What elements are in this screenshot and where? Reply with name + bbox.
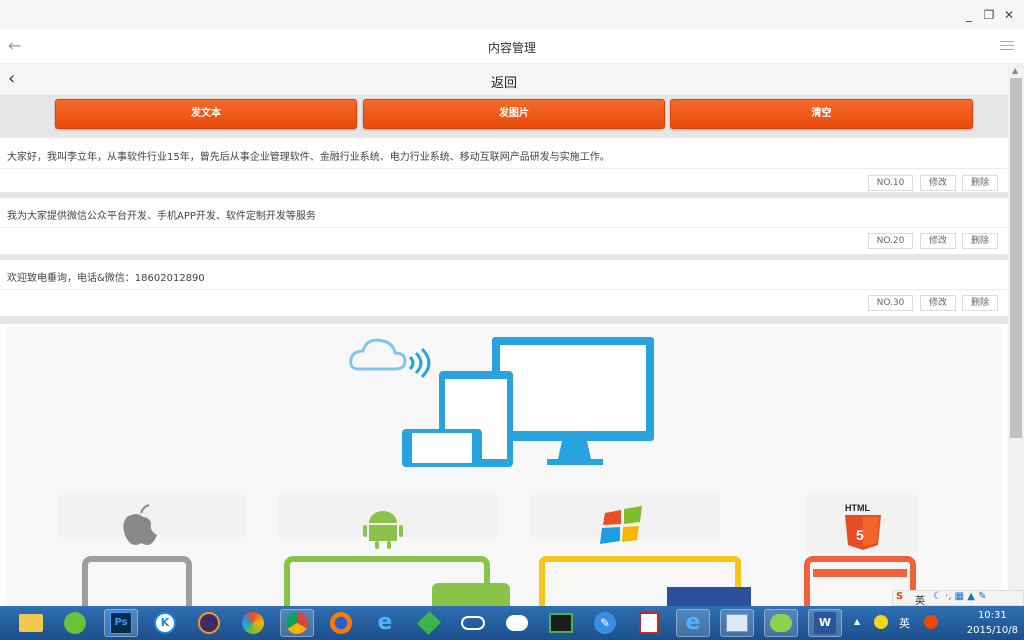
scroll-up-icon[interactable]: ▲ xyxy=(1012,66,1018,75)
vertical-scrollbar[interactable]: ▲ xyxy=(1008,64,1024,606)
posted-image: HTML 5 xyxy=(7,327,1001,606)
word-icon[interactable]: W xyxy=(808,609,842,637)
internet-explorer-icon[interactable]: e xyxy=(368,609,402,637)
send-image-button[interactable]: 发图片 xyxy=(363,99,665,129)
scrollbar-thumb[interactable] xyxy=(1010,78,1022,438)
edit-button[interactable]: 修改 xyxy=(920,295,956,311)
tray-expand-icon[interactable]: ▲ xyxy=(854,617,860,626)
page-title: 内容管理 xyxy=(487,41,536,55)
internet-explorer-icon-2[interactable]: e xyxy=(676,609,710,637)
ime-toolbar[interactable]: S 英 ☾ ·, ▦ ▲ ✎ xyxy=(892,590,1024,607)
file-explorer-icon[interactable] xyxy=(14,609,48,637)
tray-ime-icon[interactable] xyxy=(924,615,938,629)
monitor-icon xyxy=(492,337,654,465)
delete-button[interactable]: 删除 xyxy=(962,175,998,191)
divider xyxy=(0,289,1008,290)
note-app-icon[interactable]: ✎ xyxy=(588,609,622,637)
firefox-icon[interactable] xyxy=(324,609,358,637)
item-text: 欢迎致电垂询，电话&微信：18602012890 xyxy=(7,273,205,284)
tray-security-icon[interactable] xyxy=(874,615,888,629)
delete-button[interactable]: 删除 xyxy=(962,295,998,311)
item-text: 大家好，我叫李立年，从事软件行业15年，曾先后从事企业管理软件、金融行业系统、电… xyxy=(7,152,610,163)
remote-desktop-icon[interactable] xyxy=(720,609,754,637)
item-text: 我为大家提供微信公众平台开发、手机APP开发、软件定制开发等服务 xyxy=(7,211,316,222)
html5-label: HTML xyxy=(845,503,870,513)
windows-taskbar: Ps K e ✎ e W ▲ 英 10:31 2015/10/8 xyxy=(0,606,1024,640)
action-button-row: 发文本 发图片 清空 xyxy=(0,96,1008,138)
nav-back-title[interactable]: 返回 xyxy=(0,72,1008,91)
ime-tools-icon[interactable]: ☾ ·, ▦ ▲ ✎ xyxy=(933,591,987,602)
list-item: 欢迎致电垂询，电话&微信：18602012890 NO.30 修改 删除 xyxy=(0,260,1008,316)
wifi-icon xyxy=(408,347,431,379)
send-text-button[interactable]: 发文本 xyxy=(55,99,357,129)
svg-text:5: 5 xyxy=(856,527,864,543)
close-button[interactable]: ✕ xyxy=(1000,7,1018,23)
item-number-badge: NO.10 xyxy=(868,175,913,191)
edit-button[interactable]: 修改 xyxy=(920,233,956,249)
wechat-icon[interactable] xyxy=(764,609,798,637)
kugou-icon[interactable]: K xyxy=(148,609,182,637)
tray-language[interactable]: 英 xyxy=(899,615,910,631)
red-app-icon[interactable] xyxy=(632,609,666,637)
restore-button[interactable]: ❐ xyxy=(980,7,998,23)
apple-device-frame xyxy=(82,556,192,606)
360-browser-icon[interactable] xyxy=(58,609,92,637)
cloud-sync-icon[interactable] xyxy=(456,609,490,637)
colorful-app-icon[interactable] xyxy=(236,609,270,637)
android-tablet-frame xyxy=(432,583,510,606)
cloud-icon xyxy=(349,338,407,371)
apple-tile xyxy=(57,495,247,537)
divider xyxy=(0,227,1008,228)
baidu-cloud-icon[interactable] xyxy=(500,609,534,637)
minimize-button[interactable]: _ xyxy=(960,7,978,23)
clock-time: 10:31 xyxy=(977,610,1007,621)
window-titlebar: _ ❐ ✕ xyxy=(0,0,1024,30)
eclipse-icon[interactable] xyxy=(192,609,226,637)
content-viewport: ‹ 返回 发文本 发图片 清空 大家好，我叫李立年，从事软件行业15年，曾先后从… xyxy=(0,64,1008,606)
eye-app-icon[interactable] xyxy=(544,609,578,637)
divider xyxy=(0,316,1008,324)
divider xyxy=(0,168,1008,169)
list-item: 大家好，我叫李立年，从事软件行业15年，曾先后从事企业管理软件、金融行业系统、电… xyxy=(0,140,1008,192)
devices-illustration: HTML 5 xyxy=(57,337,917,606)
photoshop-icon[interactable]: Ps xyxy=(104,609,138,637)
app-header: ← 内容管理 xyxy=(0,30,1024,64)
hamburger-menu-icon[interactable] xyxy=(1000,38,1014,53)
inner-navbar: ‹ 返回 xyxy=(0,64,1008,96)
downloader-icon[interactable] xyxy=(412,609,446,637)
app-window: _ ❐ ✕ ← 内容管理 ‹ 返回 发文本 发图片 清空 大家好，我叫李立年，从… xyxy=(0,0,1024,640)
clear-button[interactable]: 清空 xyxy=(670,99,973,129)
list-item: 我为大家提供微信公众平台开发、手机APP开发、软件定制开发等服务 NO.20 修… xyxy=(0,198,1008,254)
sogou-logo-icon: S xyxy=(896,591,904,602)
edit-button[interactable]: 修改 xyxy=(920,175,956,191)
windows-tablet-frame xyxy=(667,587,751,606)
delete-button[interactable]: 删除 xyxy=(962,233,998,249)
chrome-icon[interactable] xyxy=(280,609,314,637)
item-number-badge: NO.30 xyxy=(868,295,913,311)
ime-language[interactable]: 英 xyxy=(915,592,925,607)
system-clock[interactable]: 10:31 2015/10/8 xyxy=(967,608,1018,638)
phone-icon xyxy=(402,429,482,467)
item-number-badge: NO.20 xyxy=(868,233,913,249)
clock-date: 2015/10/8 xyxy=(966,625,1018,636)
